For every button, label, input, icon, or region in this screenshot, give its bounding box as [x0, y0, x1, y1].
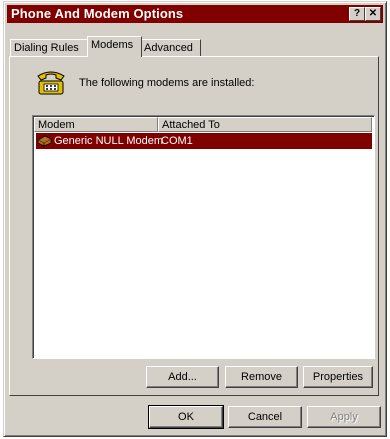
- modems-tab-panel: [9, 56, 379, 396]
- title-bar[interactable]: Phone And Modem Options ? ✕: [7, 5, 383, 23]
- window-title: Phone And Modem Options: [11, 6, 184, 21]
- apply-button[interactable]: Apply: [307, 406, 381, 428]
- close-button[interactable]: ✕: [365, 7, 381, 21]
- tab-dialing-rules[interactable]: Dialing Rules: [10, 39, 88, 57]
- help-button[interactable]: ?: [349, 7, 365, 21]
- ok-button[interactable]: OK: [148, 405, 224, 429]
- tab-modems[interactable]: Modems: [87, 36, 142, 57]
- cancel-button[interactable]: Cancel: [228, 406, 302, 428]
- tab-advanced[interactable]: Advanced: [140, 39, 201, 57]
